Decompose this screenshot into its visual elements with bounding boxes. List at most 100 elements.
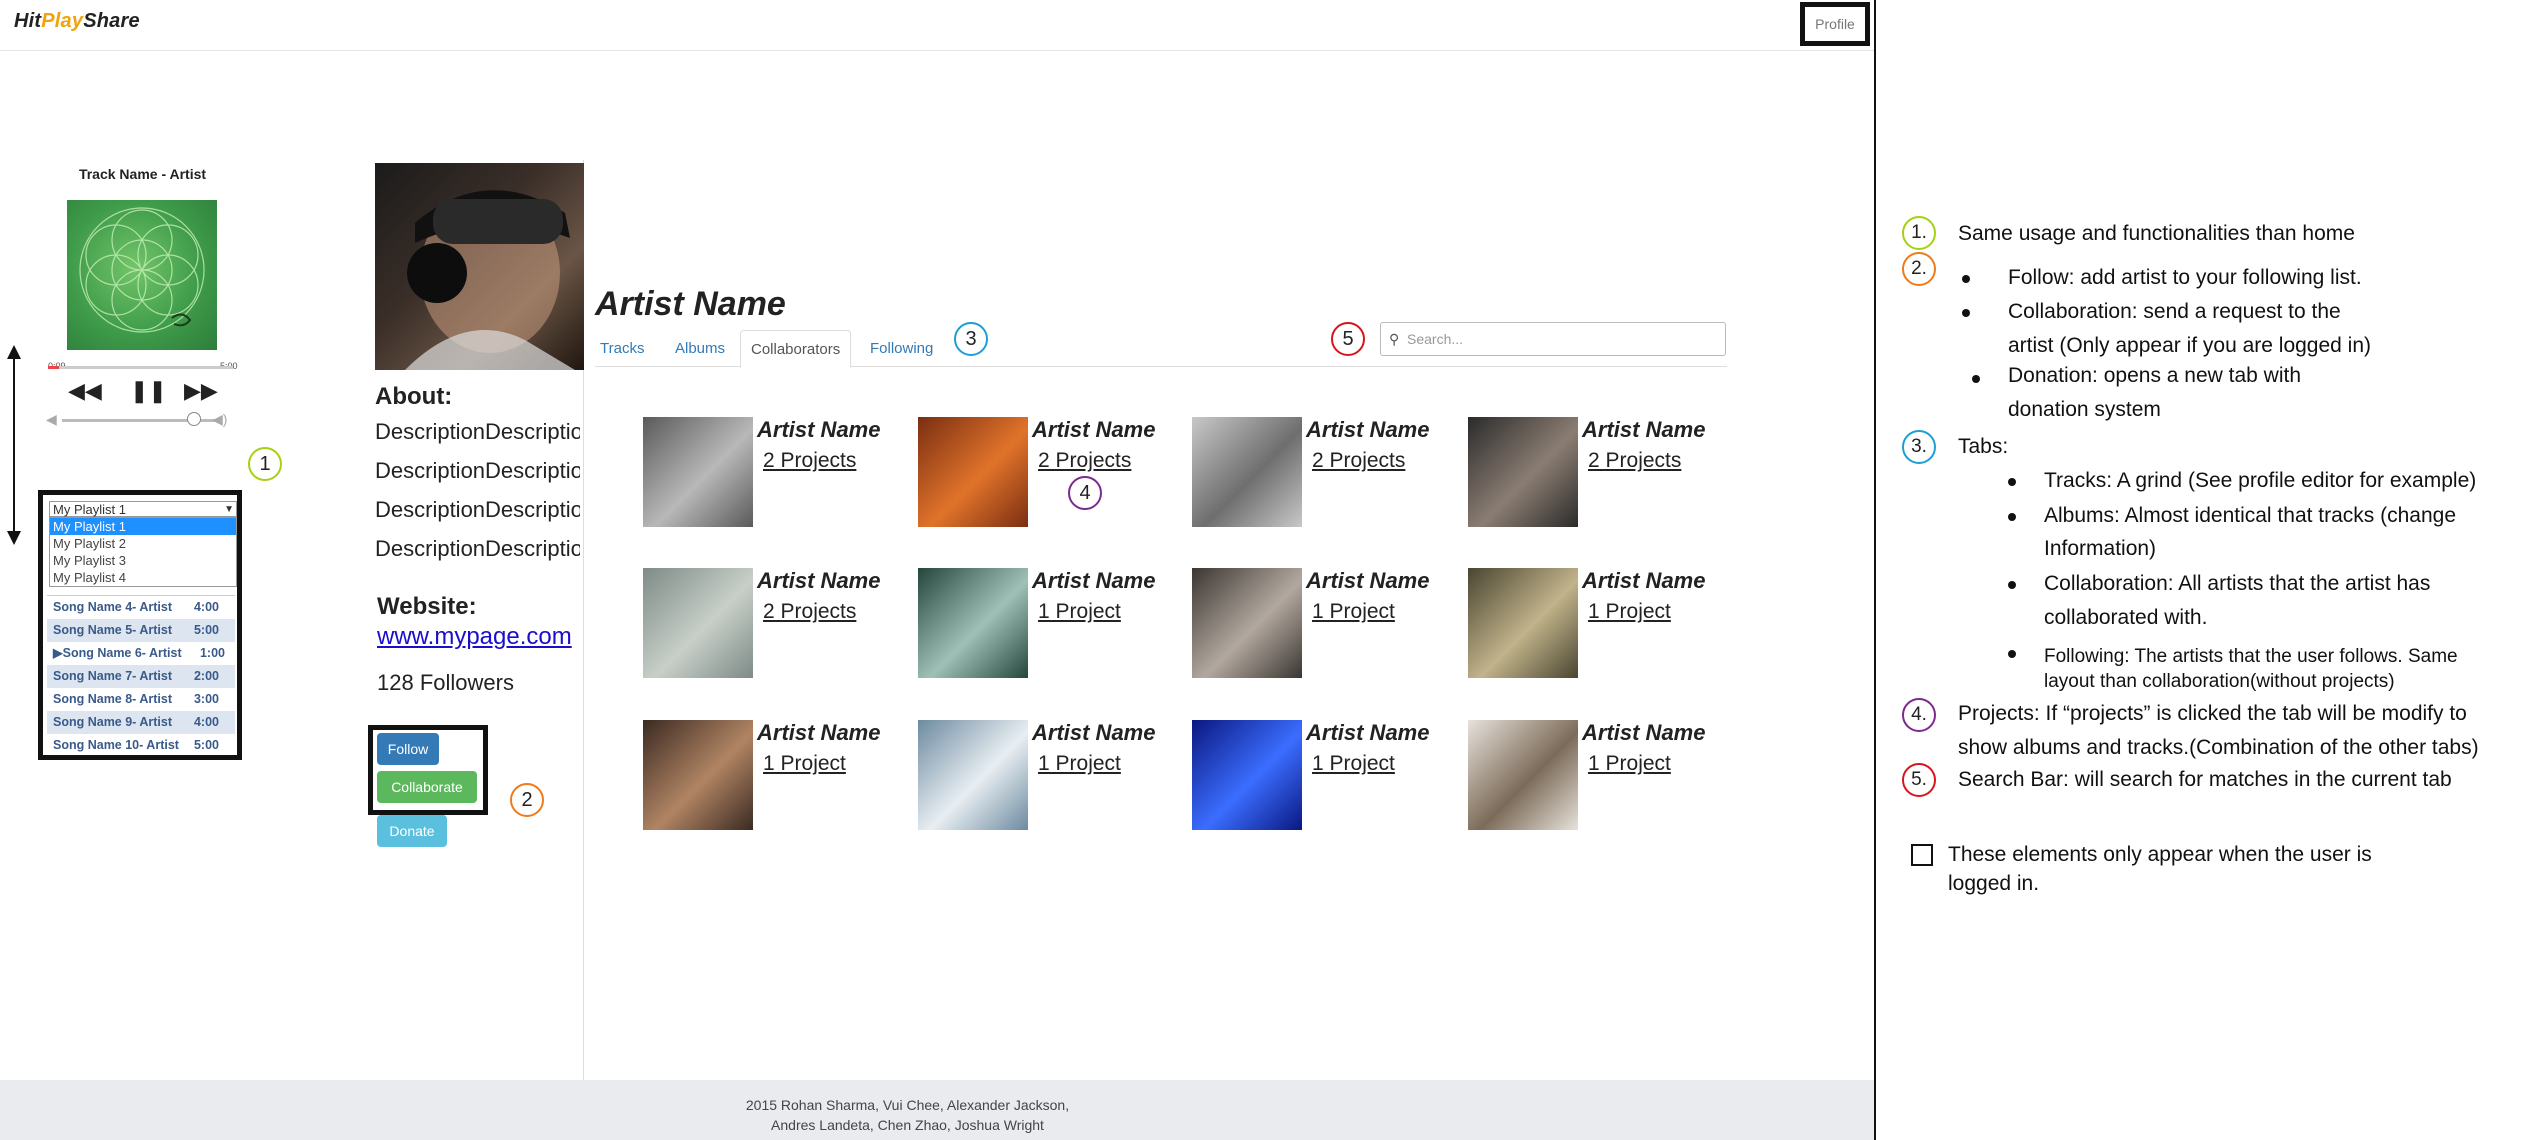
follow-button[interactable]: Follow [377, 733, 439, 765]
collaborator-photo[interactable] [1192, 568, 1302, 678]
bullet-dot [2008, 581, 2016, 589]
collaborator-projects-link[interactable]: 2 Projects [1588, 449, 1681, 473]
tab-tracks[interactable]: Tracks [590, 330, 654, 367]
profile-button[interactable]: Profile [1800, 2, 1870, 46]
note-3-albums: Albums: Almost identical that tracks (ch… [2044, 504, 2457, 527]
note-marker-4: 4. [1902, 698, 1936, 732]
song-title: Song Name 9- Artist [53, 715, 173, 729]
search-icon: ⚲ [1389, 331, 1400, 347]
collaborate-button[interactable]: Collaborate [377, 771, 477, 803]
donate-button[interactable]: Donate [377, 815, 447, 847]
playlist-option[interactable]: My Playlist 4 [50, 569, 236, 586]
description-line: DescriptionDescription [375, 536, 580, 561]
song-row[interactable]: Song Name 5- Artist 5:00 [47, 619, 235, 642]
logo-share: Share [83, 10, 140, 32]
volume-knob[interactable] [187, 412, 202, 426]
playlist-dropdown[interactable]: My Playlist 1 ▼ [49, 501, 237, 517]
collaborator-photo[interactable] [1192, 417, 1302, 527]
collaborator-name[interactable]: Artist Name [1306, 720, 1429, 746]
collaborator-projects-link[interactable]: 1 Project [1312, 600, 1395, 624]
collaborator-projects-link[interactable]: 1 Project [1038, 600, 1121, 624]
collaborator-projects-link[interactable]: 2 Projects [763, 600, 856, 624]
note-3-collaboration: collaborated with. [2044, 606, 2208, 629]
collaborator-name[interactable]: Artist Name [1032, 568, 1155, 594]
collaborator-projects-link[interactable]: 1 Project [763, 752, 846, 776]
collaborator-name[interactable]: Artist Name [757, 568, 880, 594]
collaborator-projects-link[interactable]: 2 Projects [1038, 449, 1131, 473]
collaborator-photo[interactable] [643, 417, 753, 527]
bullet-dot [2008, 650, 2016, 658]
collaborator-name[interactable]: Artist Name [1582, 417, 1705, 443]
song-duration: 5:00 [193, 738, 219, 752]
resize-arrow-icon[interactable] [4, 345, 24, 545]
song-row[interactable]: Song Name 4- Artist 4:00 [47, 596, 235, 619]
collaborator-projects-link[interactable]: 1 Project [1312, 752, 1395, 776]
note-3-tracks: Tracks: A grind (See profile editor for … [2044, 469, 2477, 492]
bullet-dot [2008, 478, 2016, 486]
search-input[interactable]: ⚲ Search... [1380, 322, 1726, 356]
fast-forward-icon[interactable]: ▶▶ [184, 378, 218, 404]
rewind-icon[interactable]: ◀◀ [68, 378, 102, 404]
collaborator-name[interactable]: Artist Name [1306, 568, 1429, 594]
callout-5: 5 [1331, 322, 1365, 356]
playlist-option[interactable]: My Playlist 3 [50, 552, 236, 569]
collaborator-projects-link[interactable]: 2 Projects [763, 449, 856, 473]
volume-low-icon: ◀ [46, 411, 57, 427]
song-row[interactable]: Song Name 7- Artist 2:00 [47, 665, 235, 688]
legend-text: These elements only appear when the user… [1948, 843, 2372, 866]
song-duration: 1:00 [199, 646, 225, 660]
collaborator-photo[interactable] [918, 568, 1028, 678]
song-row[interactable]: Song Name 8- Artist 3:00 [47, 688, 235, 711]
note-3-text: Tabs: [1958, 435, 2009, 458]
website-link[interactable]: www.mypage.com [377, 623, 572, 651]
top-navbar: HitPlayShare Profile [0, 0, 1875, 51]
song-title: Song Name 8- Artist [53, 692, 173, 706]
playlist-options: My Playlist 1 My Playlist 2 My Playlist 3M… [49, 517, 237, 587]
bullet-dot [1962, 309, 1970, 317]
tab-collaborators[interactable]: Collaborators [740, 330, 852, 368]
collaborator-projects-link[interactable]: 1 Project [1588, 752, 1671, 776]
collaborator-name[interactable]: Artist Name [757, 720, 880, 746]
bullet-dot [1972, 375, 1980, 383]
note-5-text: Search Bar: will search for matches in t… [1958, 768, 2452, 791]
collaborator-projects-link[interactable]: 1 Project [1588, 600, 1671, 624]
collaborator-photo[interactable] [643, 568, 753, 678]
song-row[interactable]: Song Name 10- Artist 5:00 [47, 734, 235, 757]
collaborator-projects-link[interactable]: 2 Projects [1312, 449, 1405, 473]
playlist-option[interactable]: My Playlist 2 [50, 535, 236, 552]
legend-box-icon [1911, 844, 1933, 866]
note-4-text: show albums and tracks.(Combination of t… [1958, 736, 2479, 759]
progress-bar[interactable] [48, 366, 233, 369]
note-3-following: Following: The artists that the user fol… [2044, 646, 2458, 667]
logo[interactable]: HitPlayShare [14, 10, 140, 33]
collaborator-name[interactable]: Artist Name [1032, 417, 1155, 443]
collaborator-name[interactable]: Artist Name [757, 417, 880, 443]
collaborator-photo[interactable] [918, 417, 1028, 527]
playlist-option[interactable]: My Playlist 1 [50, 518, 236, 535]
description-line: DescriptionDescription [375, 497, 580, 522]
song-row[interactable]: Song Name 9- Artist 4:00 [47, 711, 235, 734]
collaborator-name[interactable]: Artist Name [1582, 720, 1705, 746]
song-title: Song Name 6- Artist [62, 646, 182, 660]
playlist-panel: My Playlist 1 ▼ My Playlist 1 My Playlist … [38, 490, 242, 760]
collaborator-photo[interactable] [1192, 720, 1302, 830]
callout-4: 4 [1068, 476, 1102, 510]
note-2-collab: artist (Only appear if you are logged in… [2008, 334, 2372, 357]
tab-following[interactable]: Following [860, 330, 943, 367]
collaborator-photo[interactable] [1468, 417, 1578, 527]
collaborator-projects-link[interactable]: 1 Project [1038, 752, 1121, 776]
collaborator-photo[interactable] [918, 720, 1028, 830]
tab-albums[interactable]: Albums [665, 330, 735, 367]
pause-icon[interactable]: ❚❚ [130, 378, 167, 404]
song-row[interactable]: ▶Song Name 6- Artist 1:00 [47, 642, 235, 665]
collaborator-name[interactable]: Artist Name [1306, 417, 1429, 443]
collaborator-photo[interactable] [1468, 720, 1578, 830]
collaborator-photo[interactable] [1468, 568, 1578, 678]
collaborator-photo[interactable] [643, 720, 753, 830]
collaborator-name[interactable]: Artist Name [1582, 568, 1705, 594]
profile-photo [375, 163, 584, 370]
logo-play: Play [41, 10, 84, 32]
song-title: Song Name 4- Artist [53, 600, 173, 614]
note-1-text: Same usage and functionalities than home [1958, 222, 2355, 245]
collaborator-name[interactable]: Artist Name [1032, 720, 1155, 746]
